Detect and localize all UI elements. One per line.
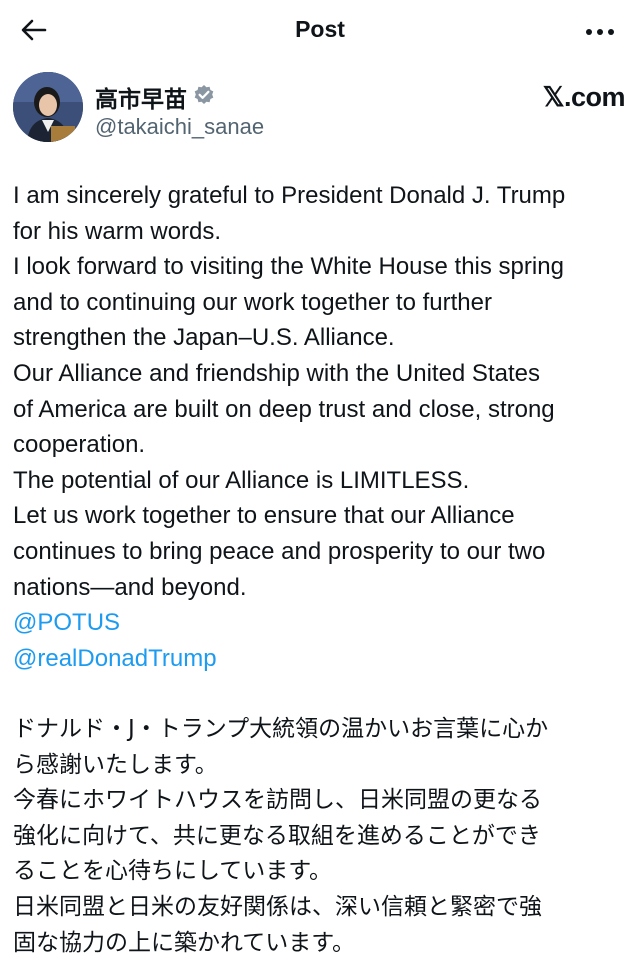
tweet-line-jp: 今春にホワイトハウスを訪問し、日米同盟の更なる (13, 787, 542, 814)
tweet-line: for his warm words. (13, 217, 222, 245)
tweet-line: I look forward to visiting the White Hou… (13, 253, 564, 281)
user-handle[interactable]: @takaichi_sanae (95, 114, 264, 140)
top-bar: Post (0, 0, 640, 64)
more-options-button[interactable] (578, 14, 622, 50)
avatar[interactable] (13, 72, 83, 142)
tweet-line: The potential of our Alliance is LIMITLE… (13, 466, 470, 494)
tweet-line: Our Alliance and friendship with the Uni… (13, 359, 540, 387)
display-name-row[interactable]: 高市早苗 (95, 80, 215, 114)
tweet-text-english: I am sincerely grateful to President Don… (13, 178, 627, 677)
tweet-line: Let us work together to ensure that our … (13, 502, 515, 530)
author-row: 高市早苗 @takaichi_sanae 𝕏.com (13, 72, 627, 148)
tweet-line: of America are built on deep trust and c… (13, 395, 555, 423)
tweet-line: strengthen the Japan–U.S. Alliance. (13, 324, 395, 352)
tweet-line: cooperation. (13, 431, 146, 459)
tweet-line: continues to bring peace and prosperity … (13, 537, 546, 565)
tweet-line-jp: ドナルド・J・トランプ大統領の温かいお言葉に心か (13, 716, 549, 742)
more-icon (585, 23, 615, 41)
mention-realdonadtrump-link[interactable]: @realDonadTrump (13, 641, 627, 677)
tweet-line: and to continuing our work together to f… (13, 288, 492, 316)
tweet-line-jp: ら感謝いたします。 (13, 751, 218, 778)
display-name[interactable]: 高市早苗 (95, 80, 187, 114)
tweet-text-japanese: ドナルド・J・トランプ大統領の温かいお言葉に心か ら感謝いたします。 今春にホワ… (13, 712, 627, 961)
tweet-line-jp: ることを心待ちにしています。 (13, 858, 333, 885)
page-title: Post (295, 16, 345, 42)
x-com-watermark: 𝕏.com (542, 82, 626, 112)
tweet-line-jp: 強化に向けて、共に更なる取組を進めることができ (13, 822, 541, 849)
mention-potus-link[interactable]: @POTUS (13, 605, 627, 641)
tweet-line: nations—and beyond. (13, 573, 247, 601)
tweet-line-jp: 固な協力の上に築かれています。 (13, 929, 356, 956)
verified-badge-icon (193, 84, 215, 111)
tweet-line-jp: 日米同盟と日米の友好関係は、深い信頼と緊密で強 (13, 893, 542, 920)
tweet-line: I am sincerely grateful to President Don… (13, 182, 566, 209)
